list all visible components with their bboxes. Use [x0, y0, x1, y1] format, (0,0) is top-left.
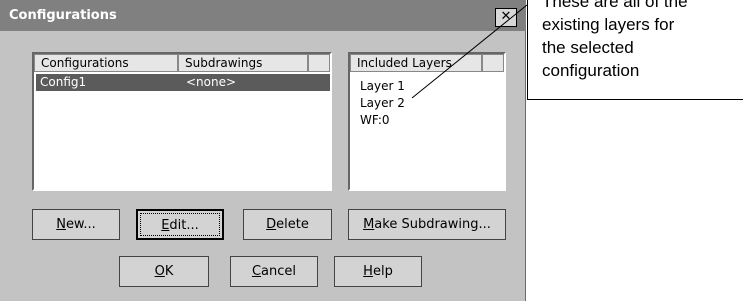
- subdrawing-cell: <none>: [186, 75, 237, 89]
- new-label: ew...: [65, 217, 96, 232]
- dialog-title: Configurations: [9, 8, 117, 23]
- delete-button[interactable]: Delete: [243, 209, 332, 240]
- make-subdrawing-hotkey: M: [363, 217, 375, 232]
- delete-label: elete: [276, 217, 309, 232]
- new-hotkey: N: [56, 217, 66, 232]
- delete-hotkey: D: [266, 217, 277, 232]
- ok-label: K: [164, 264, 174, 279]
- callout-line: the selected: [542, 38, 634, 57]
- help-hotkey: H: [363, 264, 373, 279]
- close-icon: ✕: [500, 9, 512, 24]
- edit-button[interactable]: Edit...: [136, 209, 224, 240]
- callout-line: configuration: [542, 61, 640, 80]
- help-label: elp: [372, 264, 393, 279]
- callout-line: These are all of the: [542, 0, 688, 11]
- make-subdrawing-label: ake Subdrawing...: [374, 217, 491, 232]
- cancel-hotkey: C: [251, 264, 262, 279]
- cancel-label: ancel: [261, 264, 297, 279]
- column-header-subdrawings[interactable]: Subdrawings: [178, 54, 308, 72]
- list-item[interactable]: Layer 1: [360, 79, 405, 93]
- title-bar[interactable]: Configurations ✕: [0, 0, 526, 31]
- annotation-callout: These are all of the existing layers for…: [527, 0, 743, 100]
- ok-hotkey: O: [154, 264, 165, 279]
- included-layers-list[interactable]: Included Layers Layer 1 Layer 2 WF:0: [348, 52, 506, 191]
- configurations-list[interactable]: Configurations Subdrawings Config1 <none…: [32, 52, 332, 191]
- list-item[interactable]: Layer 2: [360, 96, 405, 110]
- help-button[interactable]: Help: [334, 256, 422, 287]
- new-button[interactable]: New...: [32, 209, 120, 240]
- edit-label: dit...: [169, 218, 199, 233]
- column-header-blank: [308, 54, 330, 72]
- ok-button[interactable]: OK: [119, 256, 209, 287]
- column-header-blank: [482, 54, 504, 72]
- close-button[interactable]: ✕: [495, 8, 517, 27]
- make-subdrawing-button[interactable]: Make Subdrawing...: [348, 209, 506, 240]
- callout-line: existing layers for: [542, 15, 675, 34]
- list-item[interactable]: WF:0: [360, 113, 390, 127]
- table-row-config1[interactable]: Config1 <none>: [36, 74, 330, 91]
- config-name-cell: Config1: [40, 75, 87, 89]
- column-header-configurations[interactable]: Configurations: [34, 54, 178, 72]
- cancel-button[interactable]: Cancel: [230, 256, 318, 287]
- column-header-included-layers[interactable]: Included Layers: [350, 54, 482, 72]
- configurations-dialog: Configurations ✕ Configurations Subdrawi…: [0, 0, 526, 301]
